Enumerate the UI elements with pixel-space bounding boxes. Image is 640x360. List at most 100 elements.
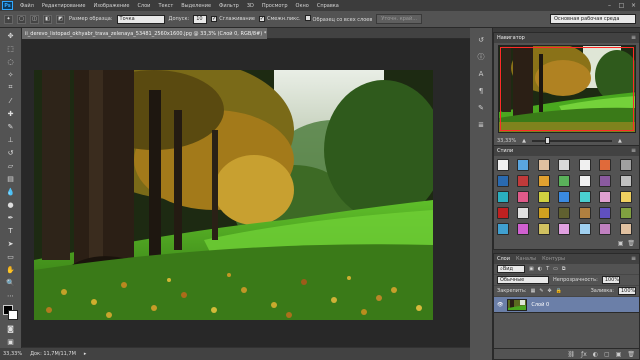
style-swatch[interactable] <box>558 223 571 235</box>
tab-layers[interactable]: Слои <box>497 256 510 262</box>
filter-pixel-icon[interactable]: ▣ <box>529 266 534 272</box>
menu-image[interactable]: Изображение <box>89 3 133 9</box>
adjustment-layer-icon[interactable]: ◐ <box>593 351 598 358</box>
lock-all-icon[interactable]: 🔒 <box>556 288 562 294</box>
link-layers-icon[interactable]: ⛓ <box>567 351 575 358</box>
tolerance-input[interactable]: 10 <box>193 14 208 24</box>
style-swatch[interactable] <box>537 223 550 235</box>
delete-style-icon[interactable]: 🗑 <box>627 240 635 247</box>
brush-panel-icon[interactable]: ✎ <box>475 102 488 113</box>
zoom-slider[interactable] <box>531 137 612 144</box>
zoom-slider-handle[interactable] <box>545 137 551 144</box>
menu-help[interactable]: Справка <box>313 3 343 9</box>
dodge-tool-icon[interactable]: ● <box>4 199 18 210</box>
clone-stamp-tool-icon[interactable]: ⊥ <box>4 134 18 145</box>
new-selection-icon[interactable]: ▢ <box>17 14 26 24</box>
blur-tool-icon[interactable]: 💧 <box>4 186 18 197</box>
delete-layer-icon[interactable]: 🗑 <box>627 351 635 358</box>
style-swatch[interactable] <box>619 223 632 235</box>
styles-menu-icon[interactable]: ≡ <box>631 147 636 154</box>
marquee-tool-icon[interactable]: ⬚ <box>4 43 18 54</box>
filter-adjustment-icon[interactable]: ◐ <box>538 266 542 272</box>
style-swatch[interactable] <box>578 191 591 203</box>
menu-layers[interactable]: Слои <box>133 3 154 9</box>
style-swatch[interactable] <box>537 159 550 171</box>
shape-tool-icon[interactable]: ▭ <box>4 251 18 262</box>
add-selection-icon[interactable]: ◫ <box>30 14 39 24</box>
filter-smart-icon[interactable]: ⧉ <box>562 266 566 272</box>
character-panel-icon[interactable]: A <box>475 68 488 79</box>
style-swatch[interactable] <box>578 207 591 219</box>
close-icon[interactable]: × <box>629 1 638 9</box>
sample-size-select[interactable]: Точка <box>116 14 165 24</box>
history-brush-tool-icon[interactable]: ↺ <box>4 147 18 158</box>
eraser-tool-icon[interactable]: ▱ <box>4 160 18 171</box>
refine-edge-button[interactable]: Уточн. край... <box>376 14 422 24</box>
style-swatch[interactable] <box>599 223 612 235</box>
zoom-out-icon[interactable]: ▲ <box>522 138 526 144</box>
style-swatch[interactable] <box>619 159 632 171</box>
style-swatch[interactable] <box>537 175 550 187</box>
healing-brush-tool-icon[interactable]: ✚ <box>4 108 18 119</box>
canvas-area[interactable] <box>22 39 470 347</box>
navigator-tab[interactable]: Навигатор <box>497 35 525 41</box>
maximize-icon[interactable]: □ <box>617 1 626 9</box>
anti-alias-option[interactable]: ✓ Сглаживание <box>211 16 255 22</box>
style-swatch[interactable] <box>558 159 571 171</box>
paragraph-panel-icon[interactable]: ¶ <box>475 85 488 96</box>
layers-menu-icon[interactable]: ≡ <box>631 255 636 262</box>
filter-shape-icon[interactable]: ▭ <box>553 266 558 272</box>
style-swatch[interactable] <box>558 191 571 203</box>
new-style-icon[interactable]: ▣ <box>618 240 624 247</box>
style-swatch[interactable] <box>578 223 591 235</box>
filter-type-icon[interactable]: T <box>546 266 549 272</box>
document-image[interactable] <box>34 70 433 320</box>
color-swatches[interactable] <box>2 305 19 321</box>
lock-paint-icon[interactable]: ✎ <box>539 288 543 294</box>
lock-pixels-icon[interactable]: ▦ <box>531 288 536 294</box>
style-swatch[interactable] <box>619 207 632 219</box>
style-swatch[interactable] <box>578 175 591 187</box>
anti-alias-checkbox[interactable]: ✓ <box>211 16 218 22</box>
magic-wand-tool-icon[interactable]: ✧ <box>4 69 18 80</box>
layer-style-icon[interactable]: ƒx <box>581 351 587 358</box>
document-tab[interactable]: ii_derevo_listopad_okhyabr_trava_zelenay… <box>22 28 267 39</box>
style-swatch[interactable] <box>497 175 509 187</box>
background-color-swatch[interactable] <box>7 310 18 320</box>
quick-mask-icon[interactable]: ◙ <box>4 323 18 334</box>
menu-window[interactable]: Окно <box>292 3 313 9</box>
style-swatch[interactable] <box>497 207 509 219</box>
style-swatch[interactable] <box>619 191 632 203</box>
gradient-tool-icon[interactable]: ▤ <box>4 173 18 184</box>
intersect-selection-icon[interactable]: ◩ <box>56 14 65 24</box>
history-panel-icon[interactable]: ↺ <box>475 34 488 45</box>
style-swatch[interactable] <box>517 159 530 171</box>
navigator-zoom-value[interactable]: 33,33% <box>497 138 516 144</box>
navigator-thumbnail[interactable] <box>498 45 636 133</box>
eyedropper-tool-icon[interactable]: ⁄ <box>4 95 18 106</box>
tab-channels[interactable]: Каналы <box>516 256 536 262</box>
style-swatch[interactable] <box>517 223 530 235</box>
style-swatch[interactable] <box>599 207 612 219</box>
opacity-input[interactable]: 100% <box>601 276 620 284</box>
style-swatch[interactable] <box>497 191 509 203</box>
lasso-tool-icon[interactable]: ◌ <box>4 56 18 67</box>
all-layers-option[interactable]: Образец со всех слоев <box>304 15 372 23</box>
crop-tool-icon[interactable]: ⌗ <box>4 82 18 93</box>
style-swatch[interactable] <box>517 175 530 187</box>
new-layer-icon[interactable]: ▣ <box>616 351 622 358</box>
brush-tool-icon[interactable]: ✎ <box>4 121 18 132</box>
style-swatch[interactable] <box>537 191 550 203</box>
properties-panel-icon[interactable]: ≣ <box>475 119 488 130</box>
menu-3d[interactable]: 3D <box>243 3 258 9</box>
menu-filter[interactable]: Фильтр <box>215 3 243 9</box>
lock-position-icon[interactable]: ✥ <box>548 288 552 294</box>
navigator-view-box[interactable] <box>500 47 634 131</box>
pen-tool-icon[interactable]: ✒ <box>4 212 18 223</box>
tab-paths[interactable]: Контуры <box>542 256 565 262</box>
fill-input[interactable]: 100% <box>618 287 636 295</box>
style-swatch[interactable] <box>497 159 509 171</box>
style-swatch[interactable] <box>599 191 612 203</box>
menu-text[interactable]: Текст <box>154 3 177 9</box>
menu-edit[interactable]: Редактирование <box>38 3 90 9</box>
